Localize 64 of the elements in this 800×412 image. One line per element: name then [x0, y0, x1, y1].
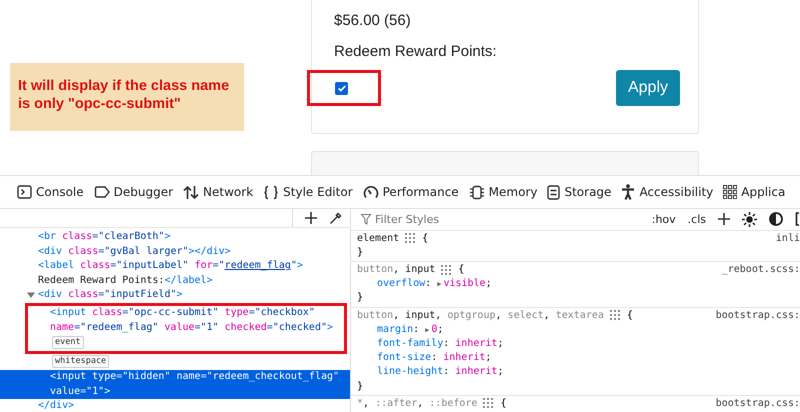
devtools-tab[interactable]: Style Editor [258, 178, 358, 206]
close-brace: } [357, 246, 364, 260]
devtools-tab[interactable]: Applica [718, 179, 790, 205]
devtools-tab[interactable]: Memory [464, 178, 542, 206]
close-brace: } [357, 291, 364, 306]
person-icon [621, 184, 636, 200]
css-selector: element [357, 232, 400, 246]
up-down-arrows-icon [183, 184, 200, 200]
open-brace: { [626, 308, 633, 323]
classes-toggle-button[interactable]: .cls [688, 212, 706, 226]
markup-line[interactable]: <div class="gvBal larger"></div> [38, 244, 231, 260]
markup-line[interactable]: </div> [38, 399, 350, 412]
source-link[interactable]: inli [776, 232, 800, 246]
event-badge[interactable]: event [52, 336, 84, 350]
eyedropper-icon[interactable] [329, 212, 342, 224]
css-selector: button, input [357, 262, 436, 277]
console-icon [17, 185, 32, 199]
devtools-tab[interactable]: Console [12, 179, 89, 205]
grid-dots-icon[interactable] [483, 398, 494, 410]
balance-text: $56.00 (56) [334, 12, 412, 29]
add-icon[interactable] [305, 212, 317, 224]
gauge-icon [362, 185, 379, 199]
tag-icon [94, 186, 110, 198]
markup-line[interactable]: <label class="inputLabel" for="redeem_flag"> Redeem Reward Points:</label> [38, 259, 303, 288]
open-brace: { [500, 396, 506, 411]
css-declaration[interactable]: font-family: inherit; [357, 336, 800, 352]
storage-icon [547, 184, 560, 200]
chip-icon [468, 184, 485, 200]
css-declaration[interactable]: line-height: inherit; [357, 365, 800, 380]
expand-triangle-icon[interactable] [27, 291, 35, 300]
devtools-tab[interactable]: Debugger [88, 179, 178, 205]
devtools-tab[interactable]: Accessibility [616, 178, 718, 206]
hover-toggle-button[interactable]: :hov [652, 212, 676, 226]
bracket-icon[interactable] [795, 212, 800, 226]
contrast-icon[interactable] [769, 212, 783, 226]
add-icon[interactable] [718, 213, 730, 226]
css-declaration[interactable]: font-size: inherit; [357, 351, 800, 366]
redeem-checkbox[interactable] [335, 82, 348, 94]
source-link[interactable]: _reboot.scss: [722, 262, 800, 278]
devtools-tab[interactable]: Network [178, 178, 258, 206]
sun-icon[interactable] [742, 212, 757, 227]
devtools-tab[interactable]: Performance [358, 179, 464, 205]
redeem-label: Redeem Reward Points: [334, 43, 498, 60]
annotation-note: It will display if the class name is only "opc-cc-submit" [10, 63, 244, 131]
markup-line[interactable]: <input type="hidden" name="redeem_checkout_flag" value="1"> [50, 370, 340, 400]
markup-line[interactable]: <br class="clearBoth"> [38, 230, 170, 245]
devtools-tab[interactable]: Storage [542, 178, 616, 206]
css-selector: *, ::after, ::before [357, 396, 478, 411]
apply-button[interactable]: Apply [616, 70, 680, 106]
grid-dots-icon[interactable] [405, 233, 416, 244]
braces-icon [263, 184, 280, 200]
source-link[interactable]: bootstrap.css: [716, 396, 800, 411]
grid-icon [723, 185, 738, 199]
grid-dots-icon[interactable] [610, 310, 621, 322]
close-brace: } [357, 380, 364, 394]
markup-line[interactable]: <div class="inputField"> [38, 288, 183, 303]
source-link[interactable]: bootstrap.css: [716, 308, 800, 323]
markup-line[interactable]: <input class="opc-cc-submit" type="checkbox" name="redeem_flag" value="1" checked="checked"> [50, 306, 334, 336]
css-selector: button, input, optgroup, select, textarea [357, 308, 604, 323]
open-brace: { [422, 232, 428, 246]
grid-dots-icon[interactable] [441, 264, 452, 276]
event-badge[interactable]: whitespace [52, 355, 110, 368]
filter-icon [361, 214, 371, 225]
open-brace: { [458, 262, 464, 277]
